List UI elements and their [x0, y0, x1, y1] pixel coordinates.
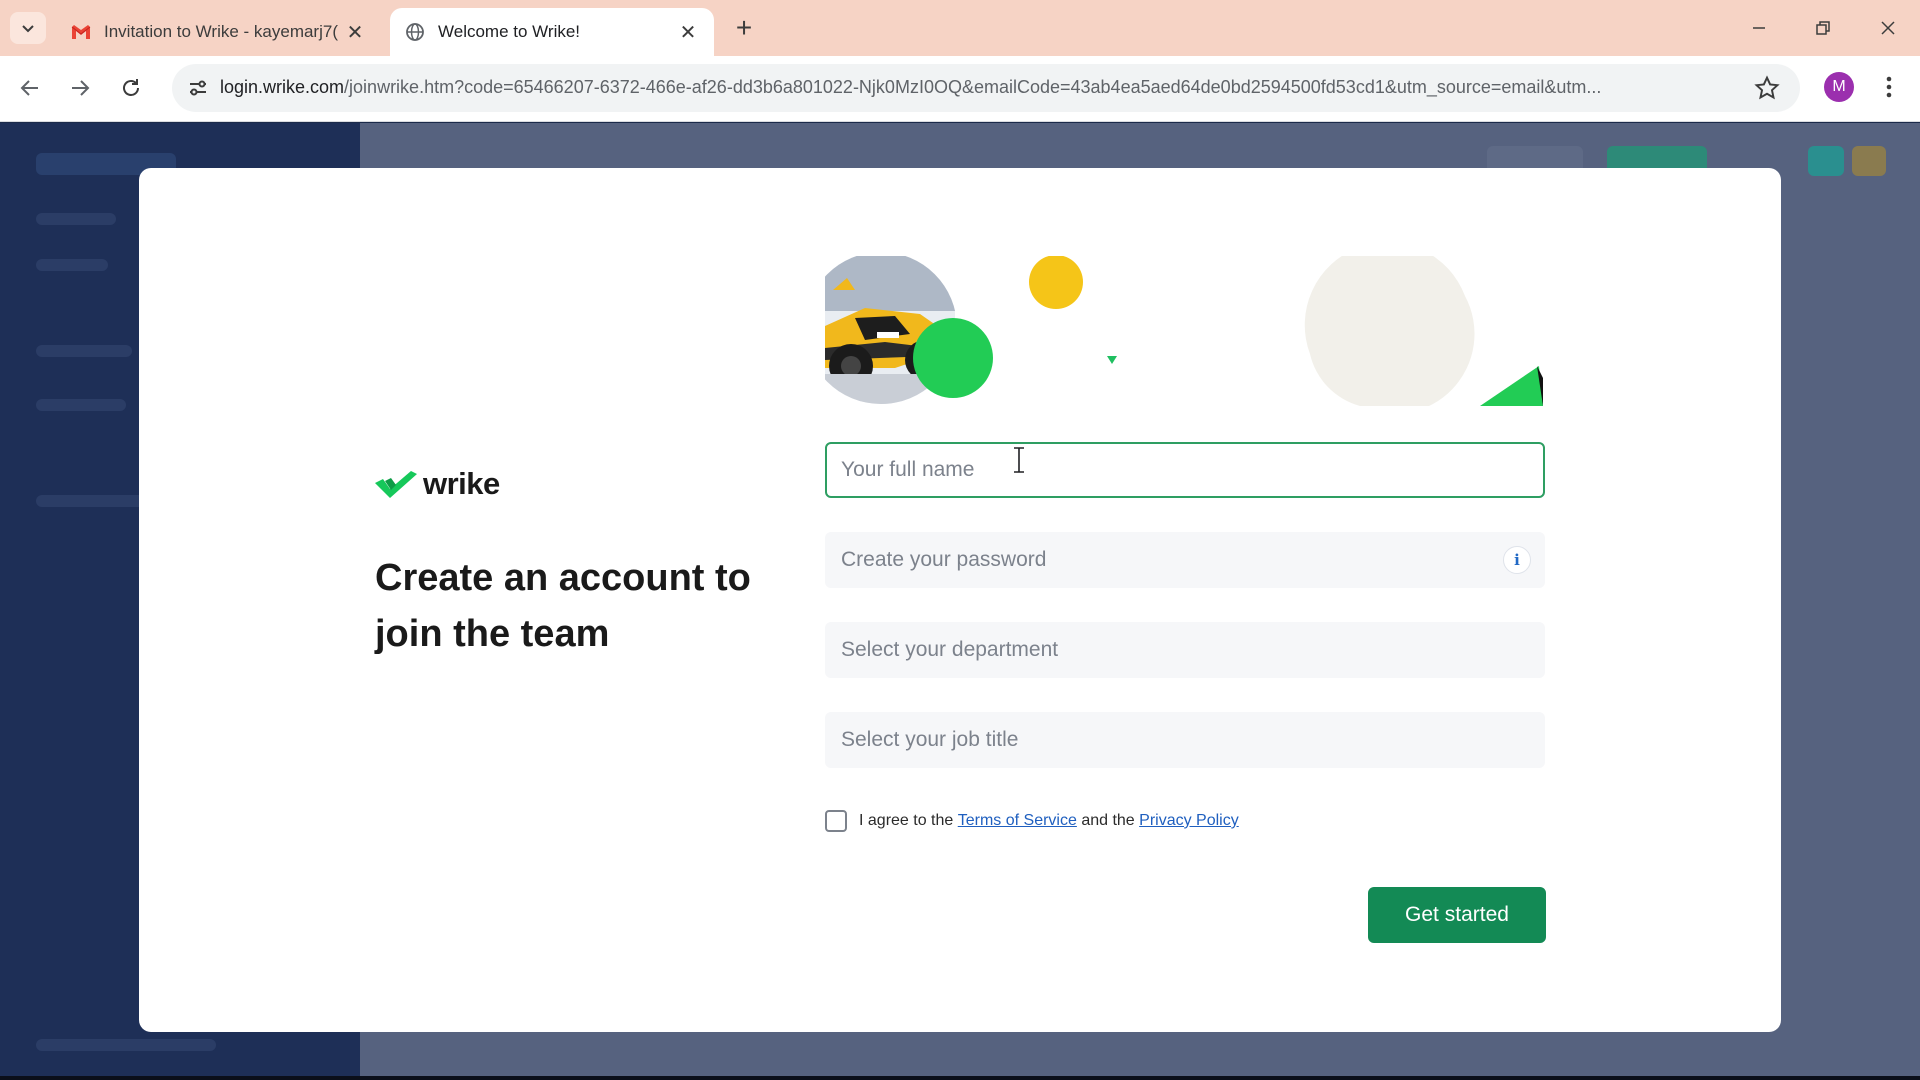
- app-header-placeholder: [1808, 146, 1844, 176]
- agree-middle-text: and the: [1076, 812, 1140, 829]
- chevron-down-icon: [22, 25, 34, 33]
- back-button[interactable]: [12, 70, 48, 106]
- department-placeholder: Select your department: [841, 638, 1059, 661]
- profile-avatar[interactable]: M: [1824, 72, 1854, 102]
- tab-welcome-to-wrike[interactable]: Welcome to Wrike! ✕: [390, 8, 714, 56]
- close-icon[interactable]: ✕: [343, 20, 367, 44]
- window-close-button[interactable]: [1862, 10, 1914, 46]
- close-icon: [1881, 21, 1895, 35]
- forward-button[interactable]: [62, 70, 98, 106]
- tab-title: Invitation to Wrike - kayemarj7(: [104, 22, 338, 41]
- tab-search-button[interactable]: [10, 12, 46, 44]
- text-cursor-icon: [1014, 447, 1024, 473]
- yellow-circle-shape: [1029, 256, 1083, 309]
- tab-gmail[interactable]: Invitation to Wrike - kayemarj7( ✕: [56, 8, 381, 56]
- password-input[interactable]: [825, 532, 1545, 588]
- screen-bottom-edge: [0, 1076, 1920, 1080]
- green-triangle-shape: [1480, 366, 1543, 406]
- sidebar-line: [36, 1039, 216, 1051]
- terms-agreement: I agree to the Terms of Service and the …: [825, 810, 1239, 832]
- sidebar-line: [36, 213, 116, 225]
- reload-button[interactable]: [113, 70, 149, 106]
- bookmark-star-icon[interactable]: [1754, 75, 1780, 101]
- wrike-wordmark: wrike: [423, 466, 500, 501]
- globe-icon: [404, 21, 426, 43]
- tab-title: Welcome to Wrike!: [438, 22, 581, 41]
- full-name-input[interactable]: [827, 444, 1543, 496]
- job-title-select[interactable]: Select your job title: [825, 712, 1545, 768]
- terms-of-service-link[interactable]: Terms of Service: [958, 812, 1077, 830]
- restore-icon: [1816, 21, 1830, 35]
- wrike-logo: wrike: [375, 466, 500, 502]
- join-team-modal: wrike Create an account to join the team: [139, 168, 1781, 1032]
- gmail-icon: [70, 21, 92, 43]
- more-vert-icon: [1886, 76, 1892, 98]
- agree-checkbox[interactable]: [825, 810, 847, 832]
- address-bar[interactable]: login.wrike.com/joinwrike.htm?code=65466…: [172, 64, 1800, 112]
- close-icon[interactable]: ✕: [676, 20, 700, 44]
- browser-menu-button[interactable]: [1874, 72, 1904, 102]
- small-triangle-shape: [1107, 356, 1117, 364]
- info-icon[interactable]: i: [1503, 546, 1531, 574]
- sidebar-line: [36, 345, 132, 357]
- url-text: login.wrike.com/joinwrike.htm?code=65466…: [220, 77, 1740, 98]
- minimize-icon: [1753, 27, 1765, 29]
- arrow-right-icon: [72, 80, 90, 96]
- minimize-button[interactable]: [1733, 10, 1785, 46]
- full-name-field[interactable]: [825, 442, 1545, 498]
- arrow-left-icon: [20, 80, 38, 96]
- app-header-placeholder: [1852, 146, 1886, 176]
- department-select[interactable]: Select your department: [825, 622, 1545, 678]
- new-tab-button[interactable]: +: [728, 14, 760, 44]
- privacy-policy-link[interactable]: Privacy Policy: [1139, 812, 1239, 830]
- restore-button[interactable]: [1797, 10, 1849, 46]
- password-field[interactable]: i: [825, 532, 1545, 588]
- url-host: login.wrike.com: [220, 77, 345, 97]
- job-title-placeholder: Select your job title: [841, 728, 1019, 751]
- get-started-button[interactable]: Get started: [1368, 887, 1546, 943]
- page-title: Create an account to join the team: [375, 557, 751, 655]
- browser-toolbar: login.wrike.com/joinwrike.htm?code=65466…: [0, 56, 1920, 122]
- site-settings-icon[interactable]: [186, 76, 210, 100]
- sidebar-line: [36, 399, 126, 411]
- hero-illustration: [825, 256, 1543, 406]
- url-path: /joinwrike.htm?code=65466207-6372-466e-a…: [344, 77, 1602, 97]
- sidebar-line: [36, 259, 108, 271]
- reload-icon: [123, 79, 139, 96]
- agree-prefix-text: I agree to the: [859, 812, 958, 829]
- browser-tab-bar: Invitation to Wrike - kayemarj7( ✕ Welco…: [0, 0, 1920, 56]
- beige-shape: [1304, 256, 1475, 406]
- sidebar-line: [36, 495, 156, 507]
- wrike-checkmark-icon: [375, 471, 417, 498]
- green-circle-shape: [913, 318, 993, 398]
